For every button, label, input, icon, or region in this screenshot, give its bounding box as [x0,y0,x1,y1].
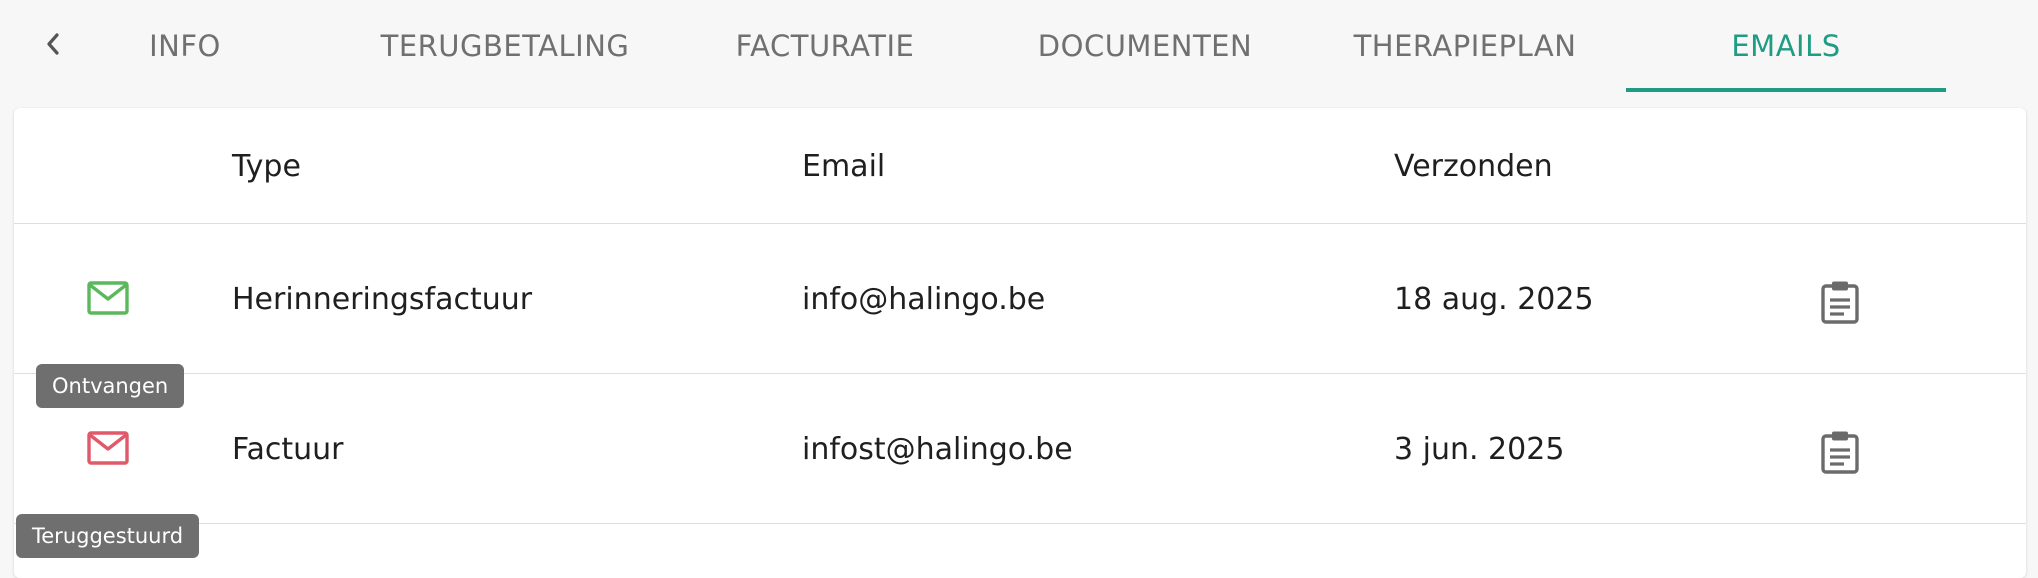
clipboard-icon[interactable] [1820,280,1860,324]
mail-icon[interactable] [86,280,130,316]
email-type: Factuur [232,431,344,467]
status-tooltip-received: Ontvangen [36,364,185,408]
column-header-email[interactable]: Email [802,108,885,224]
tab-documenten[interactable]: DOCUMENTEN [1030,0,1260,92]
tab-emails[interactable]: EMAILS [1626,0,1946,92]
clipboard-icon[interactable] [1820,430,1860,474]
email-address: info@halingo.be [802,281,1046,317]
status-tooltip-returned: Teruggestuurd [16,514,200,558]
tab-bar: INFO TERUGBETALING FACTURATIE DOCUMENTEN… [0,0,2038,94]
column-header-type[interactable]: Type [232,108,301,224]
emails-table-card: Type Email Verzonden Herinneringsfactuur… [14,108,2026,578]
email-type: Herinneringsfactuur [232,281,533,317]
column-header-sent[interactable]: Verzonden [1394,108,1553,224]
tab-info[interactable]: INFO [110,0,260,92]
table-header: Type Email Verzonden [14,108,2026,224]
chevron-left-icon [47,33,59,55]
tab-terugbetaling[interactable]: TERUGBETALING [370,0,640,92]
tab-facturatie[interactable]: FACTURATIE [725,0,925,92]
table-row[interactable]: Herinneringsfactuur info@halingo.be 18 a… [14,224,2026,374]
email-address: infost@halingo.be [802,431,1073,467]
sent-date: 18 aug. 2025 [1394,281,1594,317]
tab-therapieplan[interactable]: THERAPIEPLAN [1340,0,1590,92]
mail-icon[interactable] [86,430,130,466]
table-row[interactable]: Factuur infost@halingo.be 3 jun. 2025 [14,374,2026,524]
sent-date: 3 jun. 2025 [1394,431,1565,467]
active-tab-indicator [1626,88,1946,92]
back-button[interactable] [38,26,68,62]
